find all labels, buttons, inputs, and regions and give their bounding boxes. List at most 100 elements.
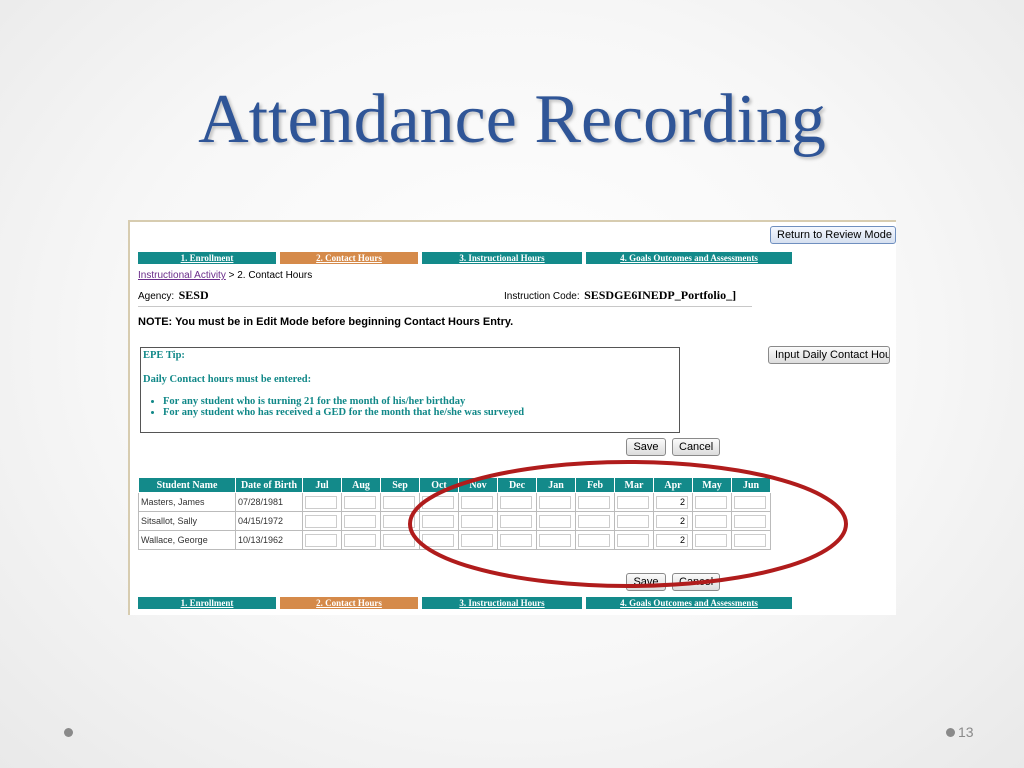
month-hours-cell xyxy=(458,530,498,550)
month-hours-input[interactable] xyxy=(539,495,571,509)
month-hours-input[interactable] xyxy=(305,514,337,528)
col-header-month: Oct xyxy=(419,477,459,493)
slide-number: 13 xyxy=(958,724,974,740)
month-hours-cell xyxy=(653,511,693,531)
tab-instructional-hours[interactable]: 3. Instructional Hours xyxy=(422,252,582,264)
month-hours-cell xyxy=(692,492,732,512)
month-hours-input[interactable] xyxy=(344,495,376,509)
month-hours-input[interactable] xyxy=(734,514,766,528)
tab-contact-hours-bottom[interactable]: 2. Contact Hours xyxy=(280,597,418,609)
month-hours-input[interactable] xyxy=(539,533,571,547)
month-hours-input[interactable] xyxy=(305,495,337,509)
month-hours-input[interactable] xyxy=(578,514,610,528)
month-hours-input[interactable] xyxy=(578,495,610,509)
col-header-month: Sep xyxy=(380,477,420,493)
month-hours-cell xyxy=(497,530,537,550)
month-hours-cell xyxy=(302,530,342,550)
tab-enrollment[interactable]: 1. Enrollment xyxy=(138,252,276,264)
month-hours-input[interactable] xyxy=(617,514,649,528)
col-header-month: Mar xyxy=(614,477,654,493)
month-hours-input[interactable] xyxy=(500,495,532,509)
month-hours-cell xyxy=(419,492,459,512)
month-hours-cell xyxy=(614,492,654,512)
month-hours-input[interactable] xyxy=(422,533,454,547)
month-hours-input[interactable] xyxy=(422,514,454,528)
tip-bullet-list: For any student who is turning 21 for th… xyxy=(141,396,524,418)
month-hours-cell xyxy=(380,511,420,531)
month-hours-input[interactable] xyxy=(383,495,415,509)
month-hours-input[interactable] xyxy=(500,533,532,547)
month-hours-input[interactable] xyxy=(656,514,688,528)
month-hours-input[interactable] xyxy=(344,514,376,528)
month-hours-input[interactable] xyxy=(461,514,493,528)
month-hours-input[interactable] xyxy=(539,514,571,528)
col-header-month: Feb xyxy=(575,477,615,493)
month-hours-input[interactable] xyxy=(734,533,766,547)
col-header-month: May xyxy=(692,477,732,493)
cancel-button[interactable]: Cancel xyxy=(672,438,720,456)
col-header-student-name: Student Name xyxy=(138,477,236,493)
instruction-code-label: Instruction Code: xyxy=(504,291,580,302)
month-hours-input[interactable] xyxy=(617,495,649,509)
month-hours-cell xyxy=(536,492,576,512)
month-hours-cell xyxy=(653,492,693,512)
month-hours-cell xyxy=(302,492,342,512)
month-hours-input[interactable] xyxy=(656,495,688,509)
instruction-code-value: SESDGE6INEDP_Portfolio_] xyxy=(584,288,737,302)
month-hours-input[interactable] xyxy=(656,533,688,547)
month-hours-input[interactable] xyxy=(578,533,610,547)
month-hours-input[interactable] xyxy=(734,495,766,509)
month-hours-cell xyxy=(497,492,537,512)
input-daily-contact-hour-button[interactable]: Input Daily Contact Hour xyxy=(768,346,890,364)
slide-decor-dot-left xyxy=(64,728,73,737)
tip-heading: EPE Tip: xyxy=(143,350,185,361)
month-hours-cell xyxy=(575,530,615,550)
breadcrumb-current: 2. Contact Hours xyxy=(237,270,313,281)
save-button[interactable]: Save xyxy=(626,438,666,456)
month-hours-input[interactable] xyxy=(617,533,649,547)
student-name-cell: Masters, James xyxy=(138,492,236,512)
month-hours-cell xyxy=(341,511,381,531)
month-hours-input[interactable] xyxy=(461,533,493,547)
breadcrumb-link-instructional-activity[interactable]: Instructional Activity xyxy=(138,270,226,281)
month-hours-input[interactable] xyxy=(461,495,493,509)
contact-hours-table: Student Name Date of Birth Jul Aug Sep O… xyxy=(138,477,771,550)
month-hours-input[interactable] xyxy=(383,514,415,528)
month-hours-cell xyxy=(341,492,381,512)
month-hours-input[interactable] xyxy=(305,533,337,547)
month-hours-input[interactable] xyxy=(695,533,727,547)
month-hours-input[interactable] xyxy=(695,495,727,509)
agency-value: SESD xyxy=(178,288,209,302)
instruction-code-field: Instruction Code: SESDGE6INEDP_Portfolio… xyxy=(504,286,752,304)
table-row: Wallace, George 10/13/1962 xyxy=(138,530,771,550)
month-hours-cell xyxy=(536,511,576,531)
tab-goals-outcomes-bottom[interactable]: 4. Goals Outcomes and Assessments xyxy=(586,597,792,609)
tab-contact-hours[interactable]: 2. Contact Hours xyxy=(280,252,418,264)
col-header-month: Dec xyxy=(497,477,537,493)
month-hours-input[interactable] xyxy=(500,514,532,528)
save-button-bottom[interactable]: Save xyxy=(626,573,666,591)
month-hours-cell xyxy=(341,530,381,550)
month-hours-input[interactable] xyxy=(344,533,376,547)
month-hours-input[interactable] xyxy=(383,533,415,547)
cancel-button-bottom[interactable]: Cancel xyxy=(672,573,720,591)
app-screenshot: Return to Review Mode 1. Enrollment 2. C… xyxy=(128,220,896,615)
month-hours-cell xyxy=(536,530,576,550)
month-hours-input[interactable] xyxy=(695,514,727,528)
student-name-cell: Sitsallot, Sally xyxy=(138,511,236,531)
table-row: Masters, James 07/28/1981 xyxy=(138,492,771,512)
month-hours-cell xyxy=(731,511,771,531)
tip-bullet: For any student who has received a GED f… xyxy=(163,407,524,418)
month-hours-cell xyxy=(731,530,771,550)
month-hours-cell xyxy=(380,530,420,550)
month-hours-cell xyxy=(302,511,342,531)
month-hours-input[interactable] xyxy=(422,495,454,509)
month-hours-cell xyxy=(614,530,654,550)
month-hours-cell xyxy=(419,530,459,550)
col-header-month: Apr xyxy=(653,477,693,493)
breadcrumb: Instructional Activity > 2. Contact Hour… xyxy=(138,270,312,281)
return-to-review-button[interactable]: Return to Review Mode xyxy=(770,226,896,244)
tab-goals-outcomes[interactable]: 4. Goals Outcomes and Assessments xyxy=(586,252,792,264)
tab-enrollment-bottom[interactable]: 1. Enrollment xyxy=(138,597,276,609)
tab-instructional-hours-bottom[interactable]: 3. Instructional Hours xyxy=(422,597,582,609)
